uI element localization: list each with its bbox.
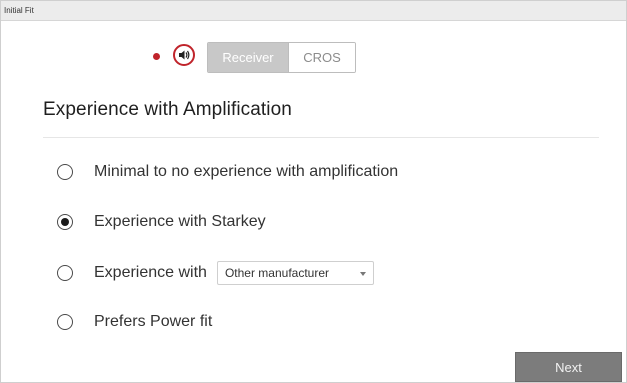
status-dot-indicator <box>153 53 160 60</box>
radio-minimal-experience[interactable] <box>57 164 73 180</box>
divider <box>43 137 599 138</box>
speaker-icon <box>179 50 190 60</box>
cros-tab[interactable]: CROS <box>288 43 355 72</box>
option-experience-starkey[interactable]: Experience with Starkey <box>57 211 266 233</box>
chevron-down-icon <box>359 272 366 276</box>
option-label: Prefers Power fit <box>94 313 213 330</box>
radio-experience-starkey[interactable] <box>57 214 73 230</box>
speaker-button[interactable] <box>173 44 195 66</box>
manufacturer-dropdown-value: Other manufacturer <box>224 266 329 280</box>
window: Initial Fit Receiver CROS Experience wit… <box>0 0 627 383</box>
section-title: Experience with Amplification <box>43 99 292 120</box>
option-minimal-experience[interactable]: Minimal to no experience with amplificat… <box>57 161 398 183</box>
window-title: Initial Fit <box>1 1 626 21</box>
radio-prefers-power-fit[interactable] <box>57 314 73 330</box>
option-prefers-power-fit[interactable]: Prefers Power fit <box>57 311 212 333</box>
option-label: Experience with <box>94 264 207 281</box>
next-button[interactable]: Next <box>515 352 622 382</box>
option-experience-other[interactable]: Experience with Other manufacturer <box>57 260 374 286</box>
manufacturer-dropdown[interactable]: Other manufacturer <box>216 261 374 285</box>
option-label: Minimal to no experience with amplificat… <box>94 163 399 180</box>
radio-selected-dot <box>61 218 69 226</box>
receiver-tab[interactable]: Receiver <box>208 43 288 72</box>
mode-toggle: Receiver CROS <box>207 42 356 73</box>
radio-experience-other[interactable] <box>57 265 73 281</box>
option-label: Experience with Starkey <box>94 213 266 230</box>
